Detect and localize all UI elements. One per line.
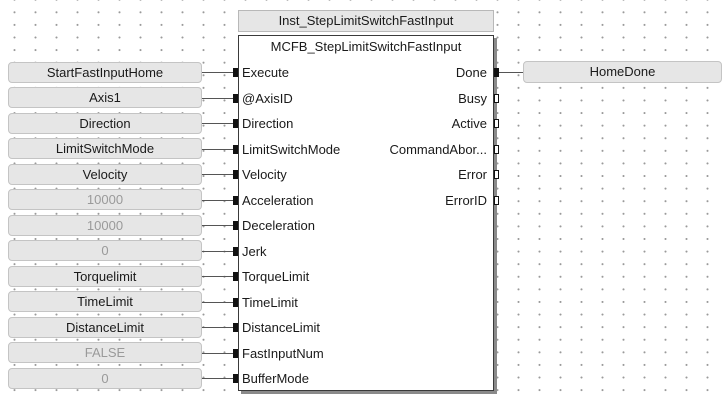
output-pin-label: Active: [451, 116, 487, 131]
input-pin-label: TorqueLimit: [242, 269, 310, 284]
input-pin-marker[interactable]: [233, 119, 238, 128]
input-pin-label: Velocity: [242, 167, 287, 182]
input-variable[interactable]: FALSE: [8, 342, 202, 363]
output-pin-marker[interactable]: [494, 144, 499, 154]
input-pin-label: Direction: [242, 116, 294, 131]
input-wire: [202, 327, 233, 328]
input-variable[interactable]: TimeLimit: [8, 291, 202, 312]
input-wire: [202, 276, 233, 277]
input-pin-label: Deceleration: [242, 218, 315, 233]
output-pin-label: Done: [455, 65, 487, 80]
input-variable[interactable]: Torquelimit: [8, 265, 202, 287]
output-variable[interactable]: HomeDone: [523, 61, 722, 83]
input-pin-marker[interactable]: [233, 144, 238, 154]
input-pin-marker[interactable]: [233, 272, 238, 281]
input-variable[interactable]: DistanceLimit: [8, 316, 202, 338]
input-wire: [202, 199, 233, 201]
input-wire: [202, 378, 233, 379]
input-pin-marker[interactable]: [233, 297, 238, 307]
input-variable[interactable]: 10000: [8, 214, 202, 236]
input-pin-label: Acceleration: [242, 192, 314, 208]
input-pin-label: Jerk: [242, 243, 267, 259]
output-pin-marker[interactable]: [494, 170, 499, 179]
input-variable[interactable]: 10000: [8, 189, 202, 210]
output-pin-label: Error: [458, 167, 487, 182]
fb-type-title: MCFB_StepLimitSwitchFastInput: [270, 39, 462, 54]
input-pin-marker[interactable]: [233, 221, 238, 230]
output-pin-label: ErrorID: [445, 192, 487, 208]
input-variable[interactable]: 0: [8, 367, 202, 389]
input-pin-marker[interactable]: [233, 68, 238, 77]
function-block[interactable]: MCFB_StepLimitSwitchFastInput Execute @Ax…: [238, 35, 494, 391]
input-variable[interactable]: StartFastInputHome: [8, 61, 202, 83]
input-pin-label: TimeLimit: [242, 294, 298, 310]
input-pin-marker[interactable]: [233, 170, 238, 179]
input-variable[interactable]: Direction: [8, 112, 202, 134]
input-variable[interactable]: 0: [8, 240, 202, 261]
input-wire: [202, 97, 233, 99]
output-pin-marker[interactable]: [494, 195, 499, 205]
input-wire: [202, 72, 233, 73]
input-pin-marker[interactable]: [233, 246, 238, 256]
input-wire: [202, 225, 233, 226]
input-pin-marker[interactable]: [233, 323, 238, 332]
input-pin-label: LimitSwitchMode: [242, 141, 341, 157]
input-variable[interactable]: Axis1: [8, 87, 202, 108]
input-pin-marker[interactable]: [233, 93, 238, 103]
output-pin-label: Busy: [458, 90, 487, 106]
input-wire: [202, 250, 233, 252]
input-pin-label: BufferMode: [242, 371, 309, 386]
output-wire: [499, 72, 523, 73]
input-pin-label: FastInputNum: [242, 345, 324, 361]
output-pin-marker[interactable]: [494, 93, 499, 103]
input-variable[interactable]: LimitSwitchMode: [8, 138, 202, 159]
input-wire: [202, 301, 233, 303]
input-wire: [202, 352, 233, 354]
fb-instance-name[interactable]: Inst_StepLimitSwitchFastInput: [238, 10, 494, 32]
input-pin-label: @AxisID: [242, 90, 293, 106]
output-pin-label: CommandAbor...: [389, 141, 487, 157]
input-pin-marker[interactable]: [233, 374, 238, 383]
input-pin-label: DistanceLimit: [242, 320, 321, 335]
input-wire: [202, 174, 233, 175]
input-variable[interactable]: Velocity: [8, 163, 202, 185]
input-wire: [202, 123, 233, 124]
input-pin-marker[interactable]: [233, 195, 238, 205]
input-pin-marker[interactable]: [233, 348, 238, 358]
input-wire: [202, 148, 233, 150]
output-pin-marker[interactable]: [494, 119, 499, 128]
input-pin-label: Execute: [242, 65, 289, 80]
